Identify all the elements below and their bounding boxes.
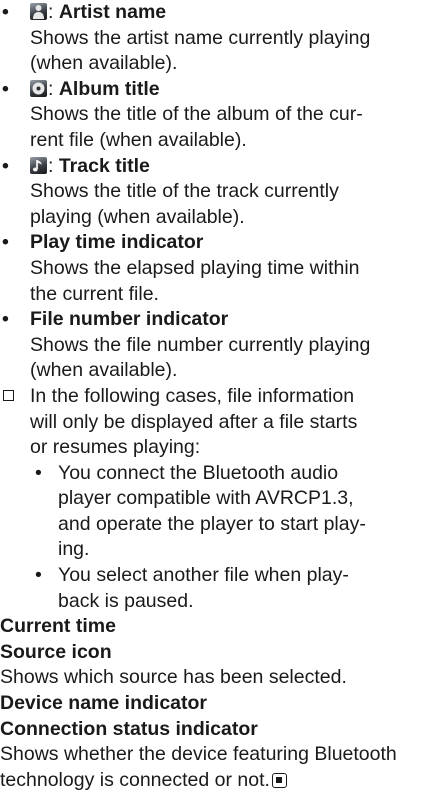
item-desc: Shows the artist name currently playing … xyxy=(30,26,371,75)
bullet: • xyxy=(2,154,9,177)
heading-source-icon: Source icon xyxy=(0,640,112,663)
note-checkbox-icon xyxy=(3,389,14,401)
bullet: • xyxy=(2,231,9,254)
heading-device-name: Device name indicator xyxy=(0,692,207,715)
item-label: Track title xyxy=(58,154,150,177)
note-subitem: • You select another file when play- bac… xyxy=(35,564,349,612)
connection-desc-line1: Shows whether the device featuring Bluet… xyxy=(0,743,397,766)
bullet: • xyxy=(2,1,9,23)
end-of-section-icon xyxy=(271,772,287,788)
manual-page: • : Artist name Shows the artist name cu… xyxy=(0,0,421,793)
list-item-file-number: • File number indicator xyxy=(0,307,421,333)
item-desc: Shows the elapsed playing time within th… xyxy=(30,256,360,305)
item-desc: Shows the title of the album of the cur-… xyxy=(30,103,363,151)
artist-icon xyxy=(30,3,47,20)
heading-current-time: Current time xyxy=(0,615,116,638)
list-item-play-time: • Play time indicator xyxy=(0,230,421,256)
heading-connection-status: Connection status indicator xyxy=(0,717,258,740)
list-item-artist-name: • : Artist name xyxy=(0,0,421,26)
bullet: • xyxy=(35,564,42,587)
item-label: Album title xyxy=(58,77,160,100)
item-desc: Shows the file number currently playing … xyxy=(30,333,371,382)
list-item-album-title: • : Album title xyxy=(0,77,421,103)
note-block: In the following cases, file information… xyxy=(0,384,421,461)
source-icon-desc: Shows which source has been selected. xyxy=(0,666,347,689)
connection-desc-line2: technology is connected or not. xyxy=(0,768,421,794)
bullet: • xyxy=(35,461,42,484)
album-icon xyxy=(30,79,47,97)
item-label: Artist name xyxy=(58,1,167,23)
track-icon xyxy=(30,156,47,174)
note-subitem: • You connect the Bluetooth audio player… xyxy=(35,461,366,561)
bullet: • xyxy=(2,308,9,331)
list-item-track-title: • : Track title xyxy=(0,154,421,180)
item-label: Play time indicator xyxy=(30,231,204,254)
item-label: File number indicator xyxy=(30,308,229,331)
item-desc: Shows the title of the track currently p… xyxy=(30,180,339,228)
bullet: • xyxy=(2,77,9,100)
